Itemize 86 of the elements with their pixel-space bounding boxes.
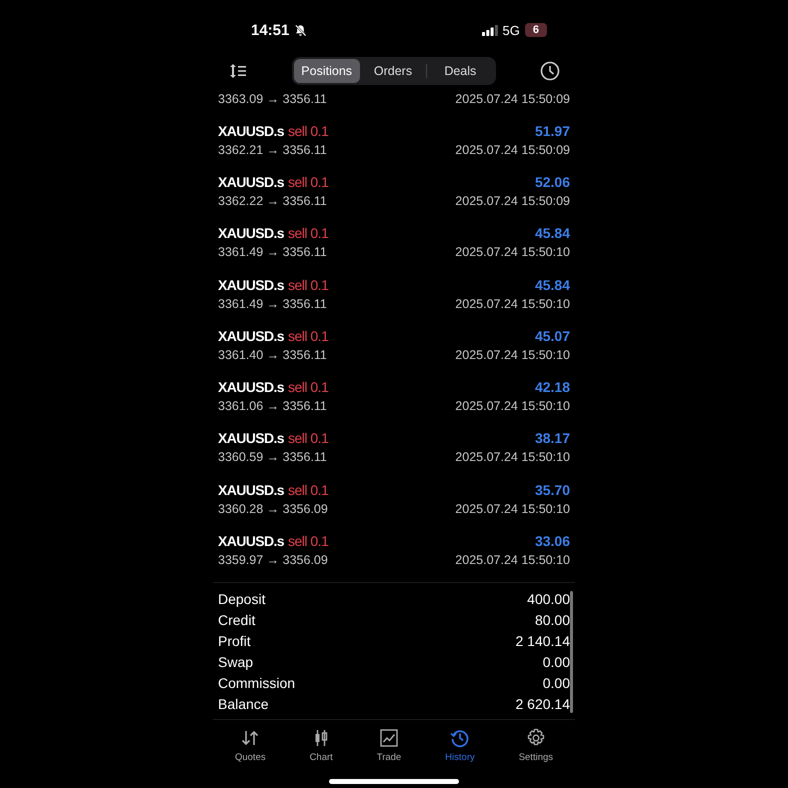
nav-tab[interactable]: Settings <box>514 726 558 765</box>
deal-time: 2025.07.24 15:50:10 <box>455 450 570 464</box>
symbol-label: XAUUSD.s <box>218 122 284 139</box>
summary-value: 0.00 <box>542 675 570 692</box>
price-range: 3362.22 → 3356.11 <box>218 194 327 208</box>
deal-action: sell 0.1 <box>288 225 328 242</box>
deal-time: 2025.07.24 15:50:09 <box>455 142 570 157</box>
tab[interactable]: Positions <box>294 59 360 83</box>
deal-row[interactable]: XAUUSD.s sell 0.1 45.84 3361.49 → 3356.11 2025.07.24 15:50:10 <box>213 216 575 268</box>
profit-value: 45.07 <box>534 328 570 344</box>
profit-value: 52.06 <box>534 174 570 190</box>
price-range: 3360.28 → 3356.09 <box>218 502 328 516</box>
status-time: 14:51 <box>251 22 290 38</box>
clock-icon[interactable] <box>540 61 560 81</box>
summary-label: Profit <box>218 633 251 650</box>
deal-action: sell 0.1 <box>288 328 328 344</box>
summary-value: 80.00 <box>534 612 570 628</box>
line-chart-icon <box>378 728 399 748</box>
deal-row[interactable]: XAUUSD.s sell 0.1 35.70 3360.28 → 3356.09 2025.07.24 15:50:10 <box>213 473 575 524</box>
profit-value: 38.17 <box>534 430 570 446</box>
deal-row[interactable]: XAUUSD.s sell 0.1 33.06 3359.97 → 3356.09 2025.07.24 15:50:10 <box>213 524 575 576</box>
deal-action: sell 0.1 <box>288 379 328 396</box>
price-range: 3361.49 → 3356.11 <box>218 245 327 260</box>
price-range: 3361.49 → 3356.11 <box>218 296 327 311</box>
deal-row[interactable]: XAUUSD.s sell 0.1 38.17 3360.59 → 3356.11 2025.07.24 15:50:10 <box>213 422 575 474</box>
deal-action: sell 0.1 <box>288 482 328 498</box>
deal-row[interactable]: XAUUSD.s sell 0.1 45.84 3361.49 → 3356.11 2025.07.24 15:50:10 <box>213 268 575 320</box>
price-range: 3359.97 → 3356.09 <box>218 553 328 568</box>
deal-time: 2025.07.24 15:50:10 <box>455 348 570 362</box>
deal-action: sell 0.1 <box>288 174 328 190</box>
signal-icon <box>482 24 498 36</box>
sort-icon[interactable] <box>229 63 247 79</box>
deal-row[interactable]: XAUUSD.s sell 0.1 45.07 3361.40 → 3356.11 2025.07.24 15:50:10 <box>213 319 575 370</box>
tab[interactable]: Deals <box>427 59 494 83</box>
profit-value: 33.06 <box>534 533 570 550</box>
summary-value: 400.00 <box>527 591 570 608</box>
nav-tab[interactable]: Quotes <box>230 726 270 765</box>
nav-tab[interactable]: Trade <box>372 726 406 765</box>
nav-tab[interactable]: History <box>441 726 479 765</box>
deal-time: 2025.07.24 15:50:10 <box>455 502 570 516</box>
summary-label: Deposit <box>218 591 266 608</box>
profit-value: 45.84 <box>534 225 570 242</box>
summary-label: Commission <box>218 675 296 692</box>
profit-value: 51.97 <box>534 122 570 139</box>
muted-bell-icon <box>294 24 308 36</box>
profit-value: 45.84 <box>534 276 570 293</box>
deal-action: sell 0.1 <box>288 533 328 550</box>
deal-time: 2025.07.24 15:50:09 <box>455 194 570 208</box>
price-range: 3363.09 → 3356.11 <box>218 92 327 106</box>
deal-row[interactable]: XAUUSD.s sell 0.1 42.18 3361.06 → 3356.11 2025.07.24 15:50:10 <box>213 370 575 422</box>
history-icon <box>450 728 470 748</box>
deal-time: 2025.07.24 15:50:09 <box>455 92 570 106</box>
symbol-label: XAUUSD.s <box>218 276 284 293</box>
battery-indicator: 6 <box>524 23 547 37</box>
profit-value: 35.70 <box>534 482 570 498</box>
tab[interactable]: Orders <box>360 59 426 83</box>
deal-action: sell 0.1 <box>288 122 328 139</box>
price-range: 3360.59 → 3356.11 <box>218 450 327 464</box>
summary-label: Swap <box>218 654 254 670</box>
symbol-label: XAUUSD.s <box>218 533 284 550</box>
settings-icon <box>526 728 546 748</box>
nav-tab[interactable]: Chart <box>306 726 337 765</box>
summary-value: 2 620.14 <box>516 696 570 712</box>
deal-action: sell 0.1 <box>288 430 328 446</box>
summary-label: Credit <box>218 612 256 628</box>
price-range: 3362.21 → 3356.11 <box>218 142 327 157</box>
deal-time: 2025.07.24 15:50:10 <box>455 245 570 260</box>
profit-value: 42.18 <box>534 379 570 396</box>
summary-label: Balance <box>218 696 269 712</box>
summary-value: 2 140.14 <box>516 633 570 650</box>
symbol-label: XAUUSD.s <box>218 379 284 396</box>
deal-action: sell 0.1 <box>288 276 328 293</box>
deal-time: 2025.07.24 15:50:10 <box>455 399 570 414</box>
symbol-label: XAUUSD.s <box>218 174 284 190</box>
network-label: 5G <box>502 22 520 38</box>
deal-time: 2025.07.24 15:50:10 <box>455 296 570 311</box>
symbol-label: XAUUSD.s <box>218 225 284 242</box>
symbol-label: XAUUSD.s <box>218 328 284 344</box>
symbol-label: XAUUSD.s <box>218 430 284 446</box>
summary-value: 0.00 <box>542 654 570 670</box>
price-range: 3361.06 → 3356.11 <box>218 399 327 414</box>
deal-row[interactable]: XAUUSD.s sell 0.1 51.97 3362.21 → 3356.11 2025.07.24 15:50:09 <box>213 114 575 166</box>
deal-time: 2025.07.24 15:50:10 <box>455 553 570 568</box>
price-range: 3361.40 → 3356.11 <box>218 348 327 362</box>
deal-row[interactable]: XAUUSD.s sell 0.1 52.06 3362.22 → 3356.11 2025.07.24 15:50:09 <box>213 165 575 217</box>
symbol-label: XAUUSD.s <box>218 482 284 498</box>
